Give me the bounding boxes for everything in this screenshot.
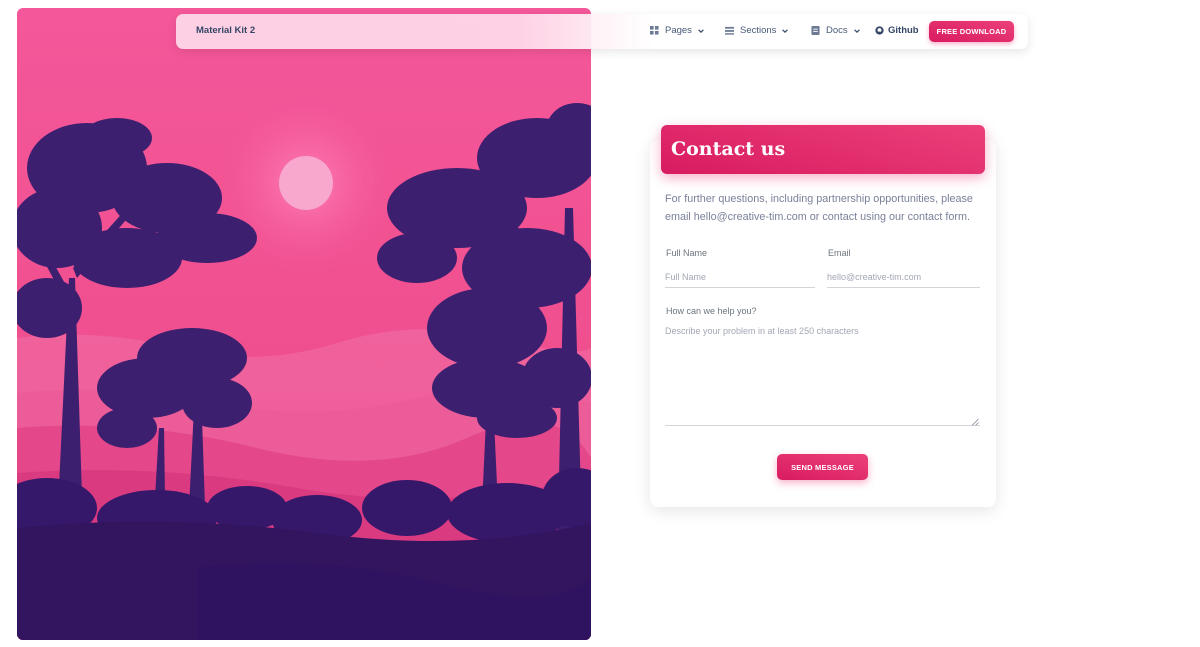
resize-handle-icon[interactable] — [971, 418, 979, 426]
contact-title: Contact us — [671, 138, 786, 160]
top-navbar: Material Kit 2 Pages Sections Docs Githu… — [176, 14, 1028, 49]
chevron-down-icon — [853, 28, 860, 33]
message-label: How can we help you? — [666, 306, 757, 316]
nav-pages-label: Pages — [665, 25, 692, 36]
full-name-label: Full Name — [666, 248, 708, 258]
brand-name[interactable]: Material Kit 2 — [196, 25, 255, 36]
chevron-down-icon — [782, 28, 789, 33]
doc-icon — [811, 26, 820, 35]
list-icon — [725, 26, 734, 35]
nav-docs-label: Docs — [826, 25, 848, 36]
free-download-button[interactable]: FREE DOWNLOAD — [929, 21, 1014, 42]
chevron-down-icon — [698, 28, 704, 33]
email-label: Email — [828, 248, 851, 258]
hero-illustration — [17, 8, 591, 640]
grid-icon — [650, 26, 659, 35]
sunset-forest-illustration — [17, 8, 591, 640]
email-input[interactable] — [827, 266, 980, 288]
message-textarea[interactable] — [665, 326, 980, 426]
send-message-button[interactable]: SEND MESSAGE — [777, 454, 868, 480]
nav-github-label: Github — [888, 25, 919, 36]
sun-icon — [279, 156, 333, 210]
contact-intro-text: For further questions, including partner… — [665, 193, 973, 223]
nav-sections-label: Sections — [740, 25, 777, 36]
nav-docs[interactable]: Docs — [811, 25, 861, 36]
github-icon — [875, 26, 884, 35]
contact-card-header: Contact us — [661, 125, 985, 174]
full-name-input[interactable] — [665, 266, 815, 288]
nav-pages[interactable]: Pages — [650, 25, 705, 36]
nav-github[interactable]: Github — [875, 25, 919, 36]
nav-sections[interactable]: Sections — [725, 25, 789, 36]
